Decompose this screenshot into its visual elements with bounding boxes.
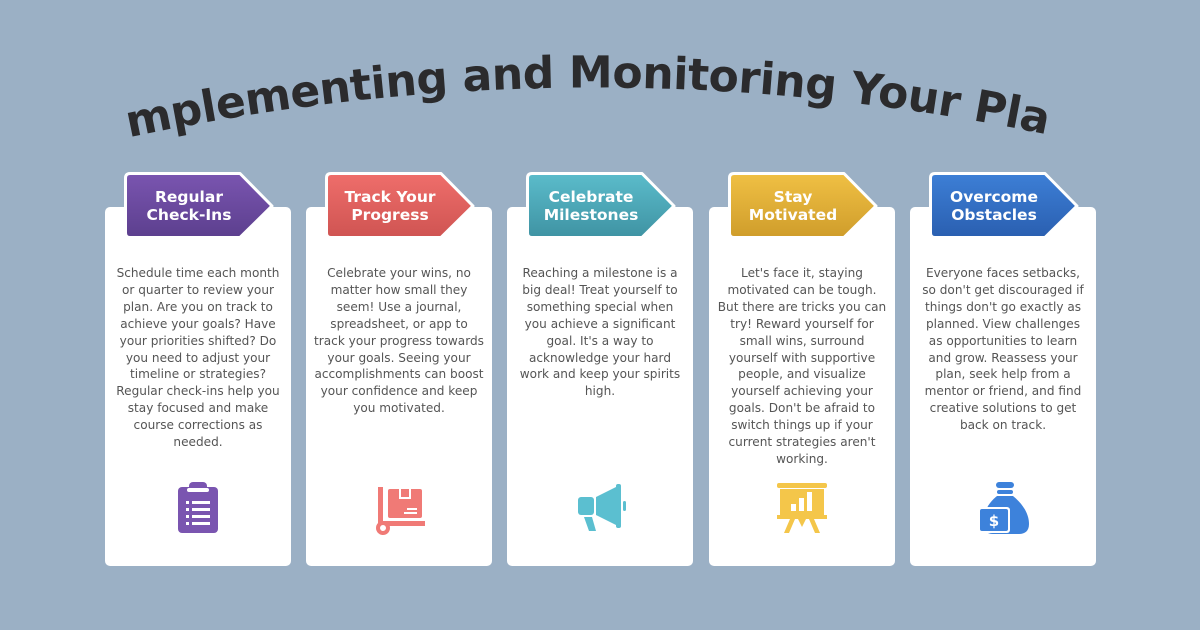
card-heading-banner: Celebrate Milestones xyxy=(526,172,676,239)
card-body-text: Celebrate your wins, no matter how small… xyxy=(314,266,484,416)
page-title-svg: Implementing and Monitoring Your Plan xyxy=(0,0,1055,148)
money-bag-icon: $ xyxy=(975,479,1031,535)
info-card: Let's face it, staying motivated can be … xyxy=(709,207,895,566)
card-heading-banner: Overcome Obstacles xyxy=(929,172,1079,239)
page-title-text: Implementing and Monitoring Your Plan xyxy=(0,0,1055,148)
card-heading: Stay Motivated xyxy=(748,187,838,224)
info-card: Reaching a milestone is a big deal! Trea… xyxy=(507,207,693,566)
card-heading: Celebrate Milestones xyxy=(543,187,639,224)
card-body-text: Everyone faces setbacks, so don't get di… xyxy=(922,266,1084,433)
card-heading: Regular Check-Ins xyxy=(146,187,232,224)
card-body-text: Reaching a milestone is a big deal! Trea… xyxy=(519,266,681,399)
info-card: Schedule time each month or quarter to r… xyxy=(105,207,291,566)
clipboard-list-icon xyxy=(170,479,226,535)
page-title: Implementing and Monitoring Your Plan xyxy=(0,0,1054,148)
megaphone-icon xyxy=(572,479,628,535)
card-heading: Overcome Obstacles xyxy=(950,187,1038,224)
info-card: Celebrate your wins, no matter how small… xyxy=(306,207,492,566)
hand-truck-box-icon xyxy=(371,479,427,535)
svg-text:$: $ xyxy=(989,512,999,530)
card-heading-banner: Regular Check-Ins xyxy=(124,172,274,239)
card-heading-banner: Stay Motivated xyxy=(728,172,878,239)
info-card: Everyone faces setbacks, so don't get di… xyxy=(910,207,1096,566)
card-body-text: Let's face it, staying motivated can be … xyxy=(717,266,887,466)
presentation-chart-icon xyxy=(774,479,830,535)
page-title-area: Implementing and Monitoring Your Plan xyxy=(0,0,1200,170)
card-body-text: Schedule time each month or quarter to r… xyxy=(116,266,280,450)
card-heading: Track Your Progress xyxy=(344,187,436,224)
card-heading-banner: Track Your Progress xyxy=(325,172,475,239)
